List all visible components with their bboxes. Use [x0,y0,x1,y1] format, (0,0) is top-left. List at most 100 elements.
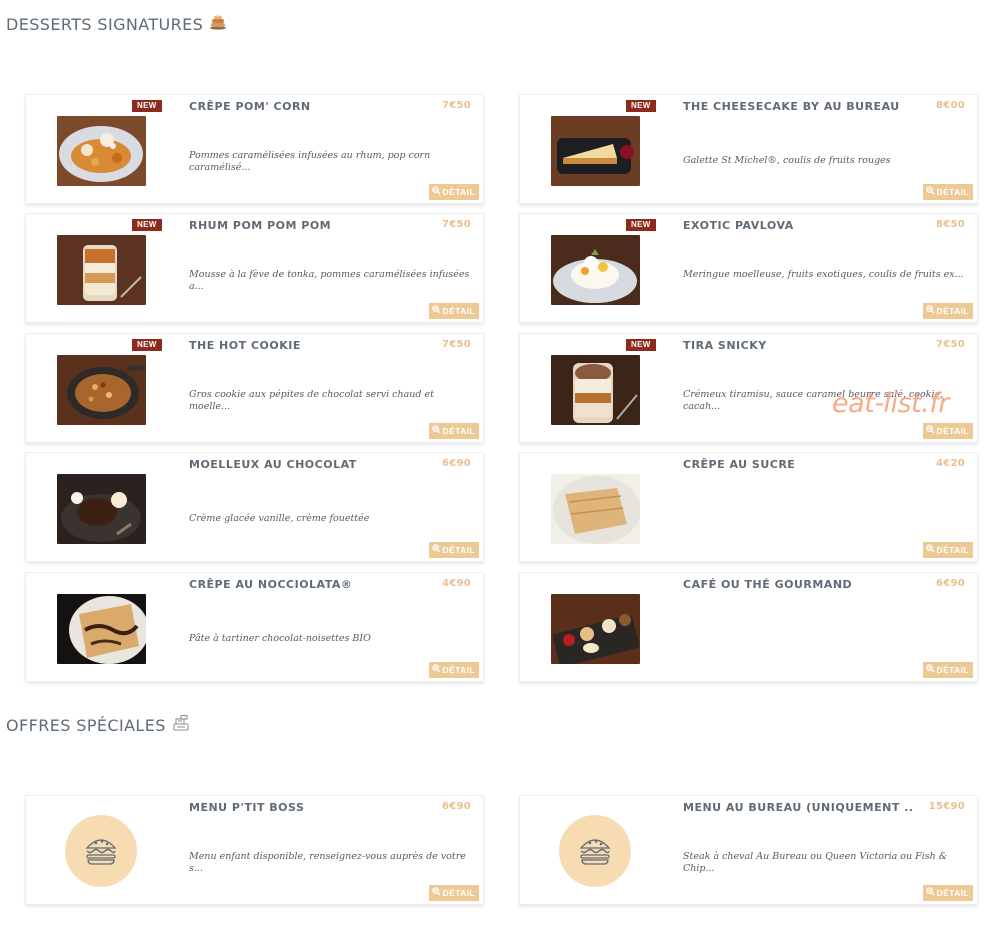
item-name[interactable]: THE HOT COOKIE [189,339,419,352]
item-description: Mousse à la fève de tonka, pommes caramé… [189,269,470,292]
detail-label: DÉTAIL [936,186,969,197]
detail-label: DÉTAIL [936,425,969,436]
dessert-card[interactable]: CRÊPE AU SUCRE 4€20 DÉTAIL [519,452,978,562]
zoom-icon [925,305,935,317]
dessert-card[interactable]: NEW THE HOT COOKIE 7€50 Gros cookie aux pép… [25,333,484,443]
dessert-photo [551,116,640,186]
pancake-stack-icon [209,14,227,34]
item-price: 6€90 [441,801,471,812]
new-badge: NEW [132,219,162,231]
new-badge: NEW [626,339,656,351]
item-name[interactable]: TIRA SNICKY [683,339,913,352]
item-price: 7€50 [441,219,471,230]
burger-icon [65,815,137,887]
detail-button[interactable]: DÉTAIL [428,662,479,678]
detail-button[interactable]: DÉTAIL [922,885,973,901]
item-price: 7€50 [935,339,965,350]
detail-button[interactable]: DÉTAIL [428,184,479,200]
dessert-photo [551,474,640,544]
zoom-icon [431,186,441,198]
item-price: 8€00 [935,100,965,111]
zoom-icon [925,664,935,676]
detail-label: DÉTAIL [936,887,969,898]
item-name[interactable]: CRÊPE AU SUCRE [683,458,913,471]
dessert-photo [551,594,640,664]
offer-card[interactable]: MENU P'TIT BOSS 6€90 Menu enfant disponibl… [25,795,484,905]
item-price: 4€20 [935,458,965,469]
detail-button[interactable]: DÉTAIL [922,184,973,200]
zoom-icon [431,544,441,556]
item-price: 4€90 [441,578,471,589]
detail-label: DÉTAIL [442,887,475,898]
detail-button[interactable]: DÉTAIL [922,542,973,558]
desserts-section-title: DESSERTS SIGNATURES [6,14,227,34]
item-name[interactable]: MENU P'TIT BOSS [189,801,419,814]
dessert-photo [57,116,146,186]
offers-title-text: OFFRES SPÉCIALES [6,715,166,735]
item-name[interactable]: CRÊPE AU NOCCIOLATA® [189,578,419,591]
detail-button[interactable]: DÉTAIL [922,662,973,678]
zoom-icon [431,664,441,676]
item-price: 8€50 [935,219,965,230]
zoom-icon [431,887,441,899]
zoom-icon [431,425,441,437]
item-name[interactable]: MENU AU BUREAU (UNIQUEMENT ... [683,801,913,814]
cash-register-icon [172,714,190,736]
offers-section-title: OFFRES SPÉCIALES [6,714,190,736]
new-badge: NEW [132,339,162,351]
item-name[interactable]: CAFÉ OU THÉ GOURMAND [683,578,913,591]
item-description: Menu enfant disponible, renseignez-vous … [189,851,466,874]
dessert-card[interactable]: CRÊPE AU NOCCIOLATA® 4€90 Pâte à tartiner … [25,572,484,682]
item-description: Pâte à tartiner chocolat-noisettes BIO [189,633,371,644]
zoom-icon [925,186,935,198]
dessert-photo [551,355,640,425]
dessert-card[interactable]: NEW CRÊPE POM' CORN 7€50 Pommes caramélisée… [25,94,484,204]
detail-label: DÉTAIL [936,544,969,555]
detail-button[interactable]: DÉTAIL [428,423,479,439]
item-description: Gros cookie aux pépites de chocolat serv… [189,389,434,412]
dessert-card[interactable]: CAFÉ OU THÉ GOURMAND 6€90 DÉTAIL [519,572,978,682]
item-name[interactable]: MOELLEUX AU CHOCOLAT [189,458,419,471]
detail-label: DÉTAIL [936,664,969,675]
item-price: 6€90 [441,458,471,469]
dessert-card[interactable]: NEW EXOTIC PAVLOVA 8€50 Meringue moelleuse,… [519,213,978,323]
detail-label: DÉTAIL [442,544,475,555]
detail-button[interactable]: DÉTAIL [428,885,479,901]
dessert-photo [57,355,146,425]
dessert-card[interactable]: NEW THE CHEESECAKE BY AU BUREAU 8€00 Galett… [519,94,978,204]
dessert-photo [551,235,640,305]
detail-button[interactable]: DÉTAIL [922,423,973,439]
new-badge: NEW [626,219,656,231]
zoom-icon [925,544,935,556]
zoom-icon [925,887,935,899]
detail-label: DÉTAIL [442,305,475,316]
item-name[interactable]: CRÊPE POM' CORN [189,100,419,113]
desserts-title-text: DESSERTS SIGNATURES [6,14,204,34]
detail-button[interactable]: DÉTAIL [428,303,479,319]
watermark-text: eat-list.fr [832,388,949,419]
dessert-card[interactable]: MOELLEUX AU CHOCOLAT 6€90 Crème glacée van… [25,452,484,562]
item-description: Steak à cheval Au Bureau ou Queen Victor… [683,851,948,874]
offer-card[interactable]: MENU AU BUREAU (UNIQUEMENT ... 15€90 Steak… [519,795,978,905]
item-description: Pommes caramélisées infusées au rhum, po… [189,150,431,173]
new-badge: NEW [626,100,656,112]
detail-label: DÉTAIL [442,664,475,675]
dessert-photo [57,235,146,305]
item-name[interactable]: EXOTIC PAVLOVA [683,219,913,232]
dessert-card[interactable]: NEW RHUM POM POM POM 7€50 Mousse à la fève … [25,213,484,323]
zoom-icon [431,305,441,317]
item-name[interactable]: THE CHEESECAKE BY AU BUREAU [683,100,913,113]
item-description: Galette St Michel®, coulis de fruits rou… [683,155,891,166]
detail-button[interactable]: DÉTAIL [922,303,973,319]
item-price: 15€90 [928,801,965,812]
detail-label: DÉTAIL [936,305,969,316]
dessert-photo [57,594,146,664]
item-price: 7€50 [441,100,471,111]
item-name[interactable]: RHUM POM POM POM [189,219,419,232]
item-description: Crème glacée vanille, crème fouettée [189,513,370,524]
dessert-photo [57,474,146,544]
detail-label: DÉTAIL [442,425,475,436]
item-price: 7€50 [441,339,471,350]
detail-button[interactable]: DÉTAIL [428,542,479,558]
item-description: Meringue moelleuse, fruits exotiques, co… [683,269,964,280]
